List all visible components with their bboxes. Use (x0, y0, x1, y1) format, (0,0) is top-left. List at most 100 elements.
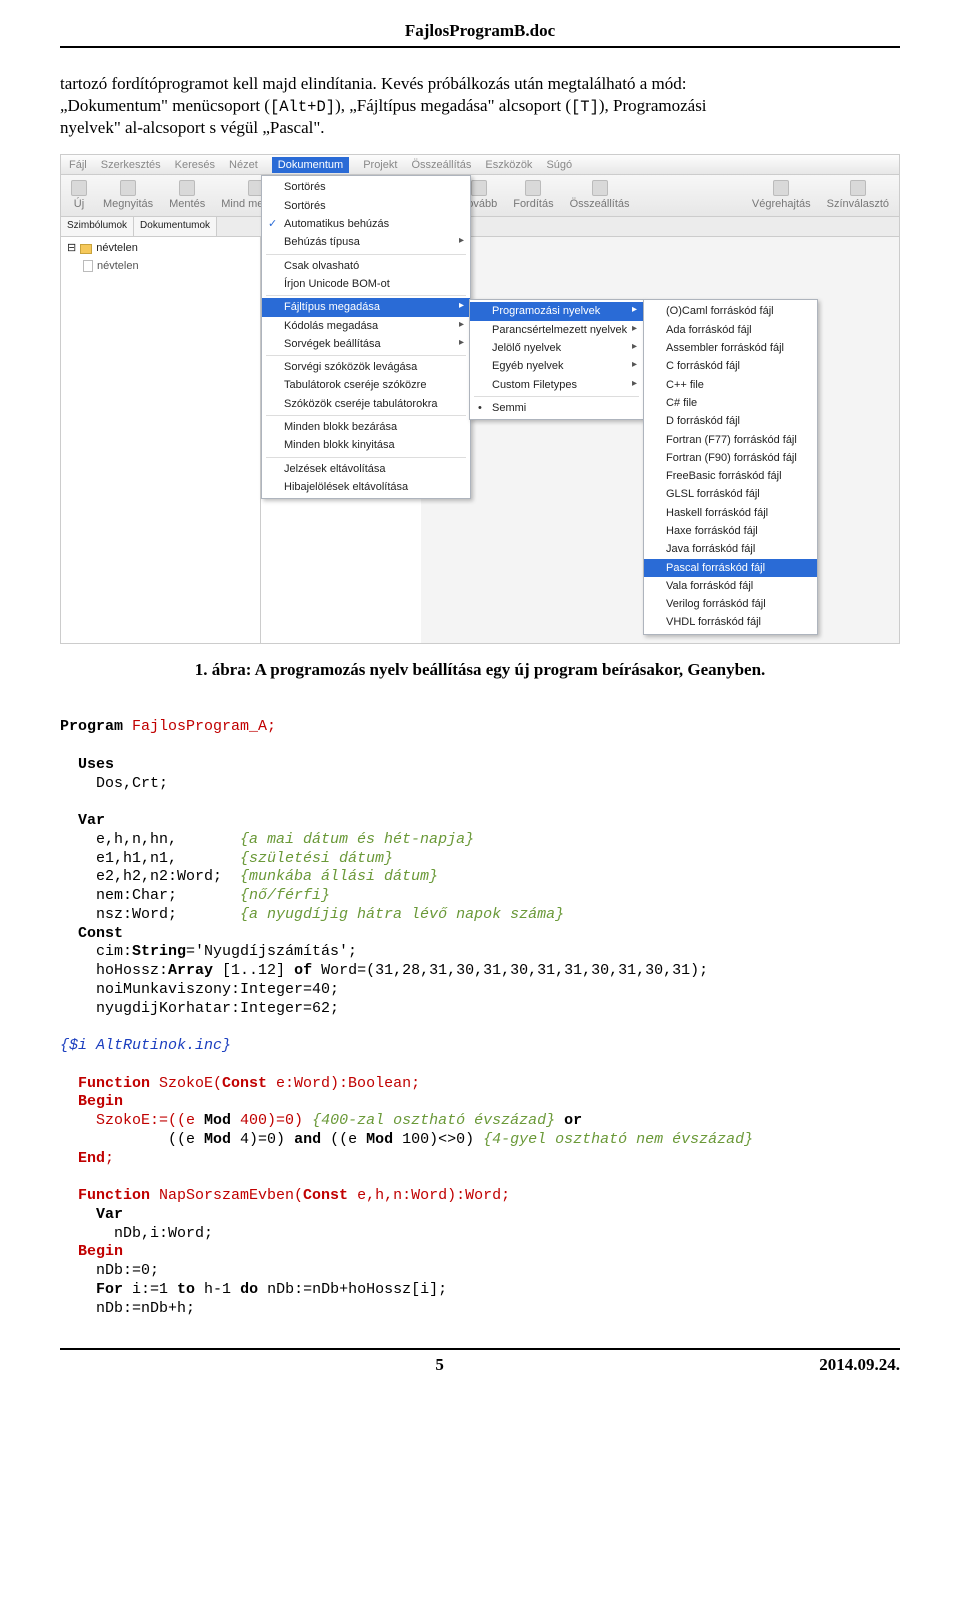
filetype-submenu-item-6[interactable]: Semmi (470, 399, 643, 417)
filetype-submenu-item-1[interactable]: Parancsértelmezett nyelvek (470, 321, 643, 339)
menu-eszkozok[interactable]: Eszközök (485, 158, 532, 172)
menu-projekt[interactable]: Projekt (363, 158, 397, 172)
cm-4: {nő/férfi} (240, 887, 330, 904)
languages-submenu-item-1[interactable]: Ada forráskód fájl (644, 321, 817, 339)
dokumentum-menu-item-1[interactable]: Sortörés (262, 197, 470, 215)
tb-run[interactable]: Végrehajtás (752, 180, 811, 211)
filetype-submenu-item-0[interactable]: Programozási nyelvek (470, 302, 643, 320)
end-semi: ; (105, 1150, 114, 1167)
tb-build-label: Összeállítás (570, 197, 630, 211)
languages-submenu-item-9[interactable]: FreeBasic forráskód fájl (644, 467, 817, 485)
menu-osszeallitas[interactable]: Összeállítás (411, 158, 471, 172)
kw-uses: Uses (60, 756, 114, 773)
menu-fajl[interactable]: Fájl (69, 158, 87, 172)
languages-submenu-item-17[interactable]: VHDL forráskód fájl (644, 613, 817, 631)
languages-submenu-item-14[interactable]: Pascal forráskód fájl (644, 559, 817, 577)
tb-open-label: Megnyitás (103, 197, 153, 211)
filetype-submenu-item-3[interactable]: Egyéb nyelvek (470, 357, 643, 375)
file-icon (83, 260, 93, 272)
languages-submenu-item-2[interactable]: Assembler forráskód fájl (644, 339, 817, 357)
var-ndb: nDb,i:Word; (60, 1225, 213, 1242)
kw-begin1: Begin (60, 1093, 123, 1110)
languages-submenu-item-8[interactable]: Fortran (F90) forráskód fájl (644, 449, 817, 467)
dokumentum-menu-item-17[interactable]: Minden blokk kinyitása (262, 436, 470, 454)
dokumentum-menu-item-16[interactable]: Minden blokk bezárása (262, 418, 470, 436)
var-line3: e2,h2,n2:Word; (60, 868, 240, 885)
dokumentum-menu-item-0[interactable]: Sortörés (262, 178, 470, 196)
kw-for: For (60, 1281, 123, 1298)
for-b: i:=1 (123, 1281, 177, 1298)
kw-and: and (294, 1131, 321, 1148)
toolbar: Új Megnyitás Mentés Mind mentése Oldal..… (61, 175, 899, 217)
dokumentum-menu-item-2[interactable]: Automatikus behúzás (262, 215, 470, 233)
kbd-t: [T] (571, 98, 599, 116)
page-footer: 5 2014.09.24. (60, 1348, 900, 1376)
sidebar-tab-symbols[interactable]: Szimbólumok (61, 217, 134, 236)
szokoe-l2c: ((e (321, 1131, 366, 1148)
doc-header: FajlosProgramB.doc (60, 20, 900, 42)
header-rule (60, 46, 900, 48)
languages-submenu-item-0[interactable]: (O)Caml forráskód fájl (644, 302, 817, 320)
const-cim-a: cim: (60, 943, 132, 960)
languages-submenu-item-16[interactable]: Verilog forráskód fájl (644, 595, 817, 613)
tb-build[interactable]: Összeállítás (570, 180, 630, 211)
dokumentum-menu-item-14[interactable]: Szóközök cseréje tabulátorokra (262, 395, 470, 413)
var-line5: nsz:Word; (60, 906, 240, 923)
szokoe-body-b: 400)=0) (231, 1112, 312, 1129)
menu-dokumentum[interactable]: Dokumentum (272, 157, 349, 173)
languages-submenu-item-13[interactable]: Java forráskód fájl (644, 540, 817, 558)
tree-child[interactable]: névtelen (83, 259, 254, 273)
languages-submenu-item-6[interactable]: D forráskód fájl (644, 412, 817, 430)
cm-5: {a nyugdíjig hátra lévő napok száma} (240, 906, 564, 923)
compile-icon (525, 180, 541, 196)
minus-icon: ⊟ (67, 241, 76, 255)
fn-szokoe: SzokoE( (150, 1075, 222, 1092)
tb-save[interactable]: Mentés (169, 180, 205, 211)
ndb-0: nDb:=0; (60, 1262, 159, 1279)
tb-open[interactable]: Megnyitás (103, 180, 153, 211)
intro-paragraph: tartozó fordítóprogramot kell majd elind… (60, 73, 900, 139)
languages-submenu-item-5[interactable]: C# file (644, 394, 817, 412)
dokumentum-menu-item-5[interactable]: Csak olvasható (262, 257, 470, 275)
code-block: Program FajlosProgram_A; Uses Dos,Crt; V… (60, 700, 900, 1319)
kw-of: of (294, 962, 312, 979)
tb-compile[interactable]: Fordítás (513, 180, 553, 211)
fn-napsor-sig: e,h,n:Word):Word; (348, 1187, 510, 1204)
languages-submenu-item-7[interactable]: Fortran (F77) forráskód fájl (644, 431, 817, 449)
dokumentum-menu-item-19[interactable]: Jelzések eltávolítása (262, 460, 470, 478)
tb-new[interactable]: Új (71, 180, 87, 211)
dokumentum-menu-item-3[interactable]: Behúzás típusa (262, 233, 470, 251)
dokumentum-menu-item-20[interactable]: Hibajelölések eltávolítása (262, 478, 470, 496)
build-icon (592, 180, 608, 196)
kw-or: or (555, 1112, 582, 1129)
menu-sugo[interactable]: Súgó (546, 158, 572, 172)
menu-nezet[interactable]: Nézet (229, 158, 258, 172)
languages-submenu-item-3[interactable]: C forráskód fájl (644, 357, 817, 375)
dokumentum-menu-item-10[interactable]: Sorvégek beállítása (262, 335, 470, 353)
dokumentum-menu-item-12[interactable]: Sorvégi szóközök levágása (262, 358, 470, 376)
languages-submenu-item-11[interactable]: Haskell forráskód fájl (644, 504, 817, 522)
intro-text-3: nyelvek" al-alcsoport s végül „Pascal". (60, 118, 325, 137)
dokumentum-menu-item-13[interactable]: Tabulátorok cseréje szóközre (262, 376, 470, 394)
tree-root[interactable]: ⊟névtelen (67, 241, 254, 255)
menu-szerkesztes[interactable]: Szerkesztés (101, 158, 161, 172)
filetype-submenu-item-2[interactable]: Jelölő nyelvek (470, 339, 643, 357)
kw-var: Var (60, 812, 105, 829)
color-icon (850, 180, 866, 196)
intro-text-2b: ), „Fájltípus megadása" alcsoport ( (335, 96, 571, 115)
tb-color[interactable]: Színválasztó (827, 180, 889, 211)
for-f: nDb:=nDb+hoHossz[i]; (258, 1281, 447, 1298)
dokumentum-menu-item-9[interactable]: Kódolás megadása (262, 317, 470, 335)
sidebar-tab-documents[interactable]: Dokumentumok (134, 217, 217, 236)
languages-submenu-item-12[interactable]: Haxe forráskód fájl (644, 522, 817, 540)
languages-submenu-item-10[interactable]: GLSL forráskód fájl (644, 485, 817, 503)
tb-run-label: Végrehajtás (752, 197, 811, 211)
menu-kereses[interactable]: Keresés (175, 158, 215, 172)
dokumentum-menu: SortörésSortörésAutomatikus behúzásBehúz… (261, 175, 471, 499)
dokumentum-menu-item-8[interactable]: Fájltípus megadása (262, 298, 470, 316)
dokumentum-menu-item-6[interactable]: Írjon Unicode BOM-ot (262, 275, 470, 293)
languages-submenu-item-15[interactable]: Vala forráskód fájl (644, 577, 817, 595)
languages-submenu-item-4[interactable]: C++ file (644, 376, 817, 394)
filetype-submenu-item-4[interactable]: Custom Filetypes (470, 376, 643, 394)
tb-new-label: Új (74, 197, 84, 211)
